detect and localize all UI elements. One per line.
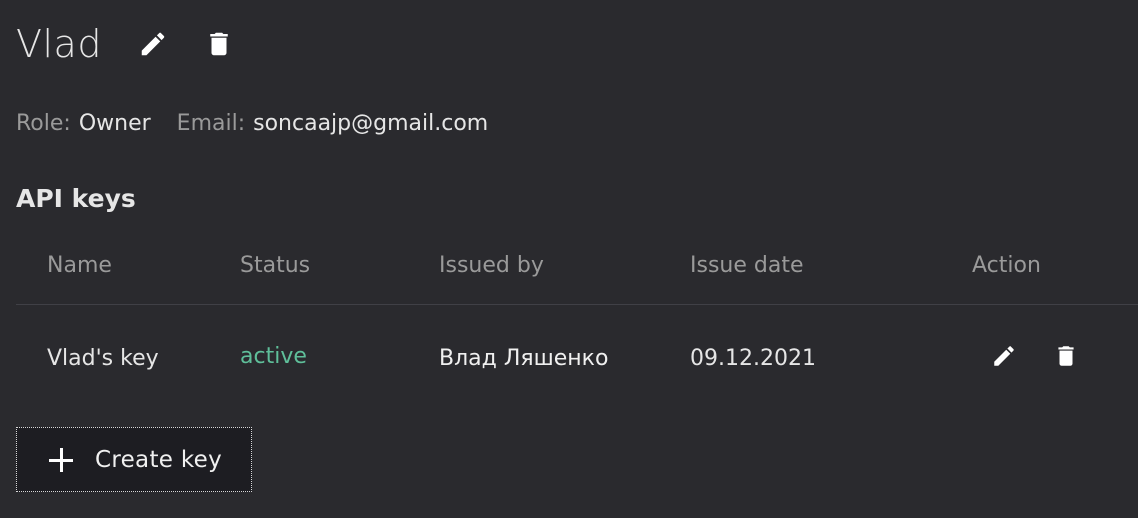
email-value: soncaajp@gmail.com bbox=[253, 111, 489, 136]
email-label: Email: bbox=[176, 111, 246, 136]
trash-icon bbox=[1058, 346, 1074, 366]
row-actions bbox=[991, 343, 1079, 369]
column-header-issued-by: Issued by bbox=[439, 253, 544, 278]
api-keys-title: API keys bbox=[16, 184, 136, 213]
issued-by: Влад Ляшенко bbox=[439, 346, 609, 371]
role-value: Owner bbox=[78, 111, 151, 136]
column-header-status: Status bbox=[240, 253, 311, 278]
column-header-name: Name bbox=[47, 253, 112, 278]
delete-key-button[interactable] bbox=[1053, 343, 1079, 369]
trash-icon bbox=[210, 32, 228, 56]
user-name: Vlad bbox=[16, 22, 102, 66]
role-label: Role: bbox=[16, 111, 71, 136]
edit-key-button[interactable] bbox=[991, 343, 1017, 369]
delete-user-button[interactable] bbox=[204, 29, 234, 59]
user-detail-page: Vlad Role: Owner Email: soncaajp@gmail.c… bbox=[0, 0, 1138, 518]
edit-user-button[interactable] bbox=[138, 29, 168, 59]
table-row: Vlad's key active Влад Ляшенко 09.12.202… bbox=[16, 305, 1138, 409]
status-badge: active bbox=[240, 344, 307, 369]
create-key-label: Create key bbox=[95, 446, 222, 473]
pencil-icon bbox=[994, 346, 1014, 366]
pencil-icon bbox=[141, 32, 165, 56]
user-header: Vlad bbox=[16, 18, 234, 70]
column-header-issue-date: Issue date bbox=[690, 253, 804, 278]
plus-icon bbox=[49, 447, 73, 472]
issue-date: 09.12.2021 bbox=[690, 346, 816, 371]
user-meta: Role: Owner Email: soncaajp@gmail.com bbox=[16, 110, 488, 138]
key-name: Vlad's key bbox=[47, 346, 159, 371]
create-key-button[interactable]: Create key bbox=[16, 427, 252, 492]
api-keys-table-header: Name Status Issued by Issue date Action bbox=[16, 228, 1138, 305]
column-header-action: Action bbox=[972, 253, 1041, 278]
